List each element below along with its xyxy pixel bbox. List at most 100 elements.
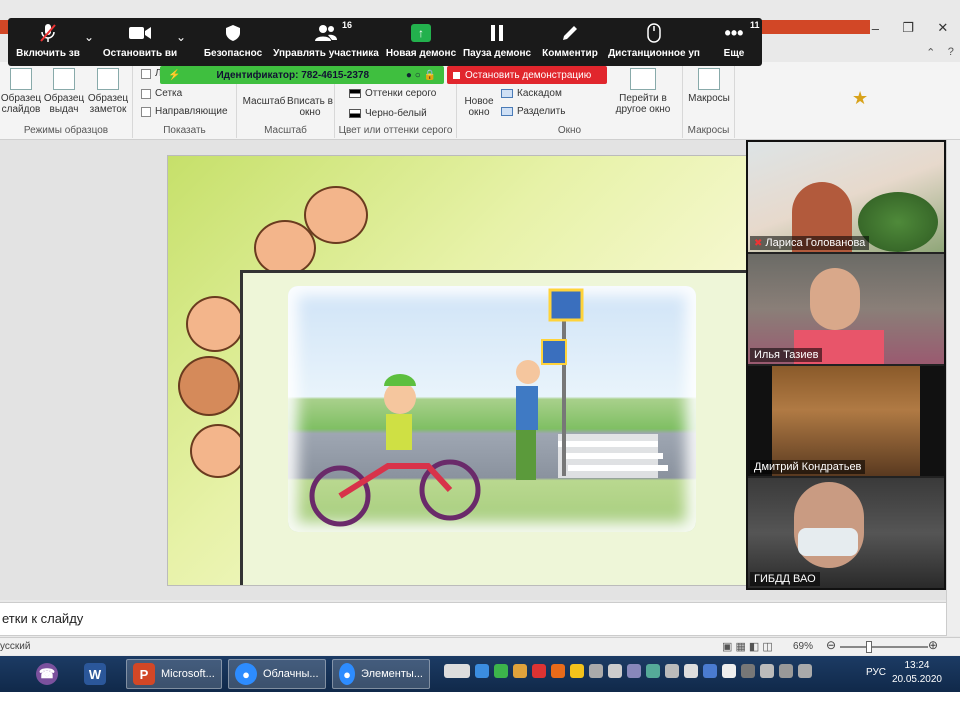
cartoon-child-face: [304, 186, 368, 244]
chevron-down-icon[interactable]: ⌄: [84, 30, 94, 44]
tray-app-icon[interactable]: [798, 664, 812, 678]
zoom-button[interactable]: Масштаб: [241, 96, 287, 107]
volume-icon[interactable]: [684, 664, 698, 678]
grayscale-button[interactable]: Оттенки серого: [349, 88, 436, 99]
tray-app-icon[interactable]: [722, 664, 736, 678]
handout-master-button[interactable]: Образец выдач: [42, 68, 86, 115]
signal-icon: ⚡: [168, 69, 181, 81]
tray-app-icon[interactable]: [589, 664, 603, 678]
input-language[interactable]: РУС: [866, 667, 886, 678]
cartoon-child-face: [186, 296, 244, 352]
help-icon[interactable]: ?: [948, 46, 954, 58]
view-buttons[interactable]: ▣ ▦ ◧ ◫: [722, 640, 773, 653]
unmute-button[interactable]: Включить зв: [12, 22, 84, 64]
participant-name: Илья Тазиев: [754, 349, 819, 361]
ribbon-group-macros: Макросы Макросы: [683, 62, 735, 138]
tray-app-icon[interactable]: [513, 664, 527, 678]
muted-mic-icon: ✖: [754, 237, 763, 249]
tray-app-icon[interactable]: [760, 664, 774, 678]
handout-master-icon: [53, 68, 75, 90]
tray-app-icon[interactable]: [646, 664, 660, 678]
notes-master-button[interactable]: Образец заметок: [86, 68, 130, 115]
meeting-id-bar[interactable]: ⚡ Идентификатор: 782-4615-2378 ● ○ 🔒: [160, 66, 444, 84]
zoom-in-icon[interactable]: ⊕: [928, 638, 938, 652]
participants-panel: ✖ Лариса Голованова Илья Тазиев Дмитрий К…: [746, 140, 946, 590]
star-icon[interactable]: ★: [852, 88, 868, 109]
black-white-button[interactable]: Черно-белый: [349, 108, 427, 119]
cascade-button[interactable]: Каскадом: [501, 88, 562, 99]
restore-icon[interactable]: ❐: [902, 20, 914, 36]
security-button[interactable]: Безопаснос: [198, 22, 268, 64]
share-screen-icon: ↑: [384, 22, 458, 44]
zoom-slider-thumb[interactable]: [866, 641, 872, 653]
switch-windows-button[interactable]: Перейти в другое окно: [607, 68, 679, 115]
notes-master-icon: [97, 68, 119, 90]
window-controls: – ❐ ✕: [860, 16, 960, 40]
zoom-level[interactable]: 69%: [793, 641, 813, 652]
network-icon[interactable]: [608, 664, 622, 678]
tray-app-icon[interactable]: [779, 664, 793, 678]
taskbar-app-zoom-elements[interactable]: ● Элементы...: [332, 659, 430, 689]
vertical-scrollbar[interactable]: [946, 140, 960, 636]
more-button[interactable]: ••• Еще 11: [714, 20, 760, 64]
taskbar-app-word[interactable]: W: [78, 659, 112, 689]
notes-pane[interactable]: етки к слайду: [0, 602, 946, 636]
checkbox-icon: [141, 88, 151, 99]
keyboard-icon[interactable]: [444, 664, 470, 678]
taskbar-app-powerpoint[interactable]: P Microsoft...: [126, 659, 222, 689]
taskbar-app-viber[interactable]: ☎: [30, 659, 64, 689]
annotate-button[interactable]: Комментир: [534, 22, 606, 64]
ruler-checkbox[interactable]: Л: [141, 68, 162, 79]
taskbar-button-partial[interactable]: [0, 659, 18, 689]
warning-icon[interactable]: [570, 664, 584, 678]
new-share-button[interactable]: ↑ Новая демонс: [384, 22, 458, 64]
bluetooth-icon[interactable]: [703, 664, 717, 678]
language-status[interactable]: усский: [0, 641, 30, 652]
pause-share-button[interactable]: Пауза демонс: [460, 22, 534, 64]
manage-participants-button[interactable]: Управлять участника 16: [270, 20, 382, 64]
tray-app-icon[interactable]: [741, 664, 755, 678]
screen: – ❐ ✕ ⌃ ? Образец слайдов Образец выдач …: [0, 0, 960, 692]
taskbar-app-zoom-cloud[interactable]: ● Облачны...: [228, 659, 326, 689]
collapse-ribbon-icon[interactable]: ⌃: [926, 46, 935, 59]
participant-video-tile[interactable]: ✖ Лариса Голованова: [748, 142, 944, 252]
stop-video-button[interactable]: Остановить ви: [100, 22, 180, 64]
button-label: Оттенки серого: [365, 88, 437, 99]
fit-to-window-button[interactable]: Вписать в окно: [287, 96, 333, 118]
tray-app-icon[interactable]: [494, 664, 508, 678]
new-window-button[interactable]: Новое окно: [461, 96, 497, 118]
slide-master-button[interactable]: Образец слайдов: [0, 68, 42, 115]
ribbon-group-views: Образец слайдов Образец выдач Образец за…: [0, 62, 133, 138]
tray-app-icon[interactable]: [475, 664, 489, 678]
minimize-icon[interactable]: –: [872, 21, 879, 36]
cartoon-child-face: [190, 424, 246, 478]
participant-video-tile[interactable]: Дмитрий Кондратьев: [748, 366, 944, 476]
pencil-icon: [534, 22, 606, 44]
chevron-down-icon[interactable]: ⌄: [176, 30, 186, 44]
stop-share-button[interactable]: Остановить демонстрацию: [447, 66, 607, 84]
macros-button[interactable]: Макросы: [685, 68, 733, 104]
remote-control-button[interactable]: Дистанционное уп: [606, 22, 702, 64]
zoom-meeting-toolbar: Включить зв ⌄ Остановить ви ⌄ Безопаснос…: [8, 18, 762, 66]
zoom-slider[interactable]: [840, 646, 928, 648]
taskbar-app-label: Элементы...: [361, 668, 423, 680]
participant-video-tile[interactable]: ГИБДД ВАО: [748, 478, 944, 588]
close-icon[interactable]: ✕: [937, 20, 948, 36]
clock[interactable]: 13:24 20.05.2020: [892, 659, 942, 687]
split-button[interactable]: Разделить: [501, 106, 565, 117]
face-mask: [798, 528, 858, 556]
tray-app-icon[interactable]: [627, 664, 641, 678]
tray-app-icon[interactable]: [532, 664, 546, 678]
participants-icon: [270, 22, 382, 44]
tray-app-icon[interactable]: [665, 664, 679, 678]
grid-checkbox[interactable]: Сетка: [141, 88, 182, 99]
clock-time: 13:24: [904, 660, 930, 671]
switch-windows-icon: [630, 68, 656, 90]
guides-checkbox[interactable]: Направляющие: [141, 106, 228, 117]
stop-share-label: Остановить демонстрацию: [465, 69, 592, 81]
zoom-out-icon[interactable]: ⊖: [826, 638, 836, 652]
tray-app-icon[interactable]: [551, 664, 565, 678]
slide[interactable]: [167, 155, 749, 586]
toolbar-label: Безопаснос: [203, 48, 263, 59]
participant-video-tile[interactable]: Илья Тазиев: [748, 254, 944, 364]
